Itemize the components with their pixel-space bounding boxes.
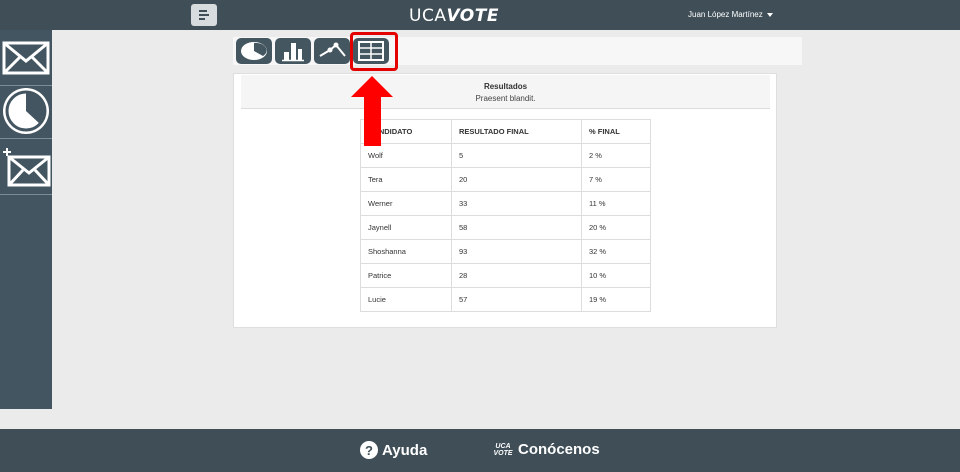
red-arrow-head	[351, 76, 393, 97]
cell-candidate: Tera	[360, 167, 452, 192]
cell-percent: 32 %	[581, 239, 651, 264]
cell-percent: 20 %	[581, 215, 651, 240]
cell-percent: 19 %	[581, 287, 651, 312]
cell-result: 20	[451, 167, 582, 192]
pie-chart-icon	[241, 42, 267, 60]
pie-chart-icon	[3, 88, 49, 134]
cell-percent: 10 %	[581, 263, 651, 288]
results-table: CANDIDATO RESULTADO FINAL % FINAL Wolf 5…	[360, 119, 651, 312]
panel-subtitle: Praesent blandit.	[475, 94, 536, 103]
cell-percent: 2 %	[581, 143, 651, 168]
cell-result: 57	[451, 287, 582, 312]
line-chart-button[interactable]	[314, 38, 350, 64]
chart-type-toolbar	[233, 37, 802, 65]
table-row: Shoshanna 93 32 %	[360, 239, 651, 264]
about-link[interactable]: UCA VOTE Conócenos	[492, 441, 600, 458]
menu-line	[199, 10, 207, 12]
footer: ? Ayuda UCA VOTE Conócenos	[0, 429, 960, 472]
cell-result: 28	[451, 263, 582, 288]
mini-logo-bottom: VOTE	[493, 449, 513, 457]
new-envelope-icon	[3, 148, 51, 187]
sidebar-item-votes[interactable]	[0, 30, 52, 86]
cell-result: 93	[451, 239, 582, 264]
panel-header: Resultados Praesent blandit.	[241, 75, 770, 109]
user-menu[interactable]: Juan López Martínez	[688, 10, 773, 19]
results-panel: Resultados Praesent blandit. CANDIDATO R…	[233, 73, 777, 328]
cell-candidate: Wolf	[360, 143, 452, 168]
table-header-row: CANDIDATO RESULTADO FINAL % FINAL	[360, 119, 651, 144]
cell-candidate: Lucie	[360, 287, 452, 312]
app-logo[interactable]: UCAVOTE	[409, 6, 499, 26]
selection-highlight-box	[350, 32, 398, 71]
cell-percent: 7 %	[581, 167, 651, 192]
bar-chart-icon	[282, 43, 304, 62]
cell-result: 33	[451, 191, 582, 216]
table-row: Wolf 5 2 %	[360, 143, 651, 168]
help-label: Ayuda	[382, 441, 428, 459]
table-row: Jaynell 58 20 %	[360, 215, 651, 240]
about-label: Conócenos	[518, 441, 600, 458]
menu-line	[199, 14, 209, 16]
caret-down-icon	[766, 12, 773, 17]
line-chart-icon	[319, 42, 346, 57]
sidebar-item-results[interactable]	[0, 84, 52, 139]
cell-percent: 11 %	[581, 191, 651, 216]
envelope-icon	[2, 41, 50, 74]
help-link[interactable]: ? Ayuda	[360, 441, 427, 459]
question-circle-icon: ?	[360, 441, 378, 459]
cell-result: 58	[451, 215, 582, 240]
table-row: Tera 20 7 %	[360, 167, 651, 192]
menu-toggle-button[interactable]	[191, 4, 217, 26]
pie-chart-button[interactable]	[236, 38, 272, 64]
logo-text-uca: UCA	[409, 6, 447, 26]
top-navbar: UCAVOTE Juan López Martínez	[0, 0, 960, 30]
cell-candidate: Shoshanna	[360, 239, 452, 264]
bar-chart-button[interactable]	[275, 38, 311, 64]
column-header-final-result: RESULTADO FINAL	[451, 119, 582, 144]
cell-candidate: Werner	[360, 191, 452, 216]
cell-candidate: Patrice	[360, 263, 452, 288]
menu-line	[199, 18, 205, 20]
ucavote-mini-logo: UCA VOTE	[492, 443, 514, 457]
mini-logo-top: UCA	[495, 442, 511, 450]
sidebar-item-new-vote[interactable]	[0, 140, 52, 195]
red-arrow-shaft	[364, 96, 381, 146]
table-row: Lucie 57 19 %	[360, 287, 651, 312]
panel-title: Resultados	[483, 82, 528, 91]
cell-result: 5	[451, 143, 582, 168]
table-row: Patrice 28 10 %	[360, 263, 651, 288]
cell-candidate: Jaynell	[360, 215, 452, 240]
logo-text-vote: VOTE	[446, 6, 499, 26]
sidebar	[0, 30, 52, 409]
table-row: Werner 33 11 %	[360, 191, 651, 216]
user-name: Juan López Martínez	[688, 10, 763, 19]
column-header-final-percent: % FINAL	[581, 119, 651, 144]
